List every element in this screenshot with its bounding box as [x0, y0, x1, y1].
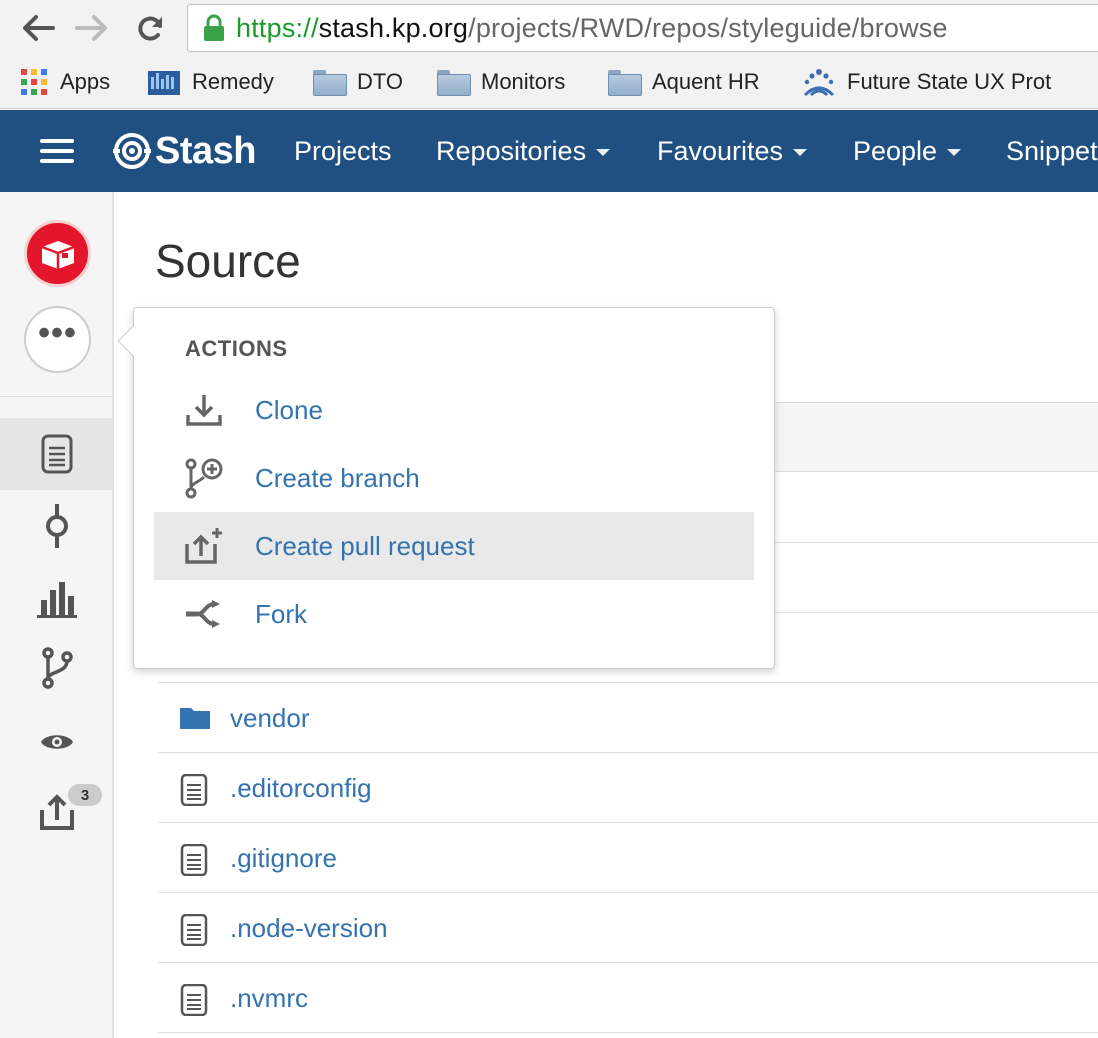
- branches-icon: [42, 647, 73, 689]
- file-icon: [180, 983, 208, 1021]
- bookmark-future-state[interactable]: Future State UX Prot: [803, 66, 1098, 98]
- action-create-pull-request[interactable]: Create pull request: [154, 512, 754, 580]
- action-create-branch[interactable]: Create branch: [154, 444, 754, 512]
- file-row-gitignore[interactable]: .gitignore: [158, 823, 1098, 893]
- reload-button[interactable]: [130, 8, 170, 48]
- bookmark-apps[interactable]: Apps: [20, 66, 110, 98]
- chevron-down-icon: [596, 149, 611, 156]
- watch-icon: [41, 735, 73, 749]
- bookmark-dto[interactable]: DTO: [313, 66, 403, 98]
- action-label: Create branch: [255, 462, 420, 493]
- bookmark-label: Aquent HR: [652, 69, 760, 94]
- create-pull-request-icon: [184, 526, 224, 566]
- url-text: https://stash.kp.org/projects/RWD/repos/…: [236, 12, 948, 43]
- file-icon: [180, 843, 208, 881]
- commits-icon: [46, 504, 68, 548]
- sidebar-item-branches[interactable]: [0, 644, 114, 692]
- browser-toolbar: https://stash.kp.org/projects/RWD/repos/…: [0, 0, 1098, 57]
- folder-icon: [180, 704, 210, 735]
- action-clone[interactable]: Clone: [154, 376, 754, 444]
- action-label: Fork: [255, 598, 307, 629]
- chevron-down-icon: [947, 149, 962, 156]
- nav-label: Repositories: [436, 135, 587, 166]
- repo-avatar[interactable]: [24, 220, 91, 287]
- bookmark-label: Remedy: [192, 69, 274, 94]
- actions-dropdown: ACTIONS Clone Create branch Create pull …: [117, 307, 775, 669]
- remedy-icon: [148, 67, 180, 97]
- file-link[interactable]: .gitignore: [230, 823, 337, 893]
- more-actions-button[interactable]: •••: [24, 306, 91, 373]
- action-fork[interactable]: Fork: [154, 580, 754, 648]
- lock-icon: [204, 14, 224, 41]
- action-label: Clone: [255, 394, 323, 425]
- file-link[interactable]: .nvmrc: [230, 963, 308, 1033]
- file-icon: [180, 773, 208, 811]
- stash-logo[interactable]: Stash: [113, 110, 256, 192]
- file-link[interactable]: vendor: [230, 683, 310, 753]
- nav-label: Snippets: [1006, 135, 1098, 166]
- sidebar-item-source[interactable]: [0, 430, 114, 478]
- file-row-nvmrc[interactable]: .nvmrc: [158, 963, 1098, 1033]
- kp-logo-icon: [803, 67, 835, 97]
- folder-icon: [437, 70, 471, 96]
- nav-favourites[interactable]: Favourites: [657, 110, 808, 192]
- page-title: Source: [155, 235, 301, 287]
- repo-sidebar: ••• 3: [0, 192, 114, 1038]
- logo-text: Stash: [155, 129, 256, 172]
- hamburger-icon: [40, 139, 74, 163]
- sidebar-divider: [0, 396, 112, 397]
- stash-logo-icon: [113, 133, 151, 169]
- nav-snippets[interactable]: Snippets: [1006, 110, 1098, 192]
- back-button[interactable]: [18, 8, 58, 48]
- file-row-vendor[interactable]: vendor: [158, 683, 1098, 753]
- dropdown-pointer: [117, 325, 149, 357]
- nav-projects[interactable]: Projects: [294, 110, 392, 192]
- bookmark-remedy[interactable]: Remedy: [148, 66, 274, 98]
- create-branch-icon: [184, 458, 224, 499]
- app-header: Stash Projects Repositories Favourites P…: [0, 110, 1098, 192]
- forward-arrow-icon: [75, 15, 107, 41]
- bookmark-label: Monitors: [481, 69, 566, 94]
- nav-people[interactable]: People: [853, 110, 962, 192]
- repository-box-icon: [41, 240, 74, 269]
- bookmark-label: Future State UX Prot: [847, 69, 1052, 94]
- chevron-down-icon: [793, 149, 808, 156]
- stats-icon: [37, 582, 77, 618]
- sidebar-item-stats[interactable]: [0, 574, 114, 622]
- sidebar-item-watch[interactable]: [0, 720, 114, 764]
- nav-label: People: [853, 135, 938, 166]
- bookmark-label: DTO: [357, 69, 404, 94]
- folder-icon: [313, 70, 347, 96]
- action-label: Create pull request: [255, 530, 475, 561]
- download-icon: [184, 390, 224, 430]
- address-bar[interactable]: https://stash.kp.org/projects/RWD/repos/…: [187, 4, 1098, 52]
- bookmark-aquent-hr[interactable]: Aquent HR: [608, 66, 760, 98]
- nav-label: Projects: [294, 135, 392, 166]
- bookmarks-bar: Apps Remedy DTO Monitors Aquent HR Futur…: [0, 57, 1098, 109]
- forward-button[interactable]: [72, 8, 112, 48]
- apps-grid-icon: [20, 68, 48, 96]
- folder-icon: [608, 70, 642, 96]
- nav-label: Favourites: [657, 135, 784, 166]
- sidebar-item-commits[interactable]: [0, 502, 114, 550]
- file-row-node-version[interactable]: .node-version: [158, 893, 1098, 963]
- hamburger-menu-button[interactable]: [40, 110, 74, 192]
- bookmark-label: Apps: [60, 69, 111, 94]
- file-row-editorconfig[interactable]: .editorconfig: [158, 753, 1098, 823]
- nav-repositories[interactable]: Repositories: [436, 110, 611, 192]
- more-dots: •••: [38, 313, 77, 352]
- file-link[interactable]: .editorconfig: [230, 753, 372, 823]
- file-icon: [180, 913, 208, 951]
- file-link[interactable]: .node-version: [230, 893, 388, 963]
- fork-icon: [184, 594, 224, 634]
- dropdown-heading: ACTIONS: [185, 336, 288, 361]
- back-arrow-icon: [23, 15, 55, 41]
- row-divider: [158, 1032, 1098, 1033]
- source-icon: [41, 434, 73, 474]
- bookmark-monitors[interactable]: Monitors: [437, 66, 565, 98]
- reload-icon: [138, 16, 162, 41]
- pull-request-count-badge: 3: [68, 784, 102, 806]
